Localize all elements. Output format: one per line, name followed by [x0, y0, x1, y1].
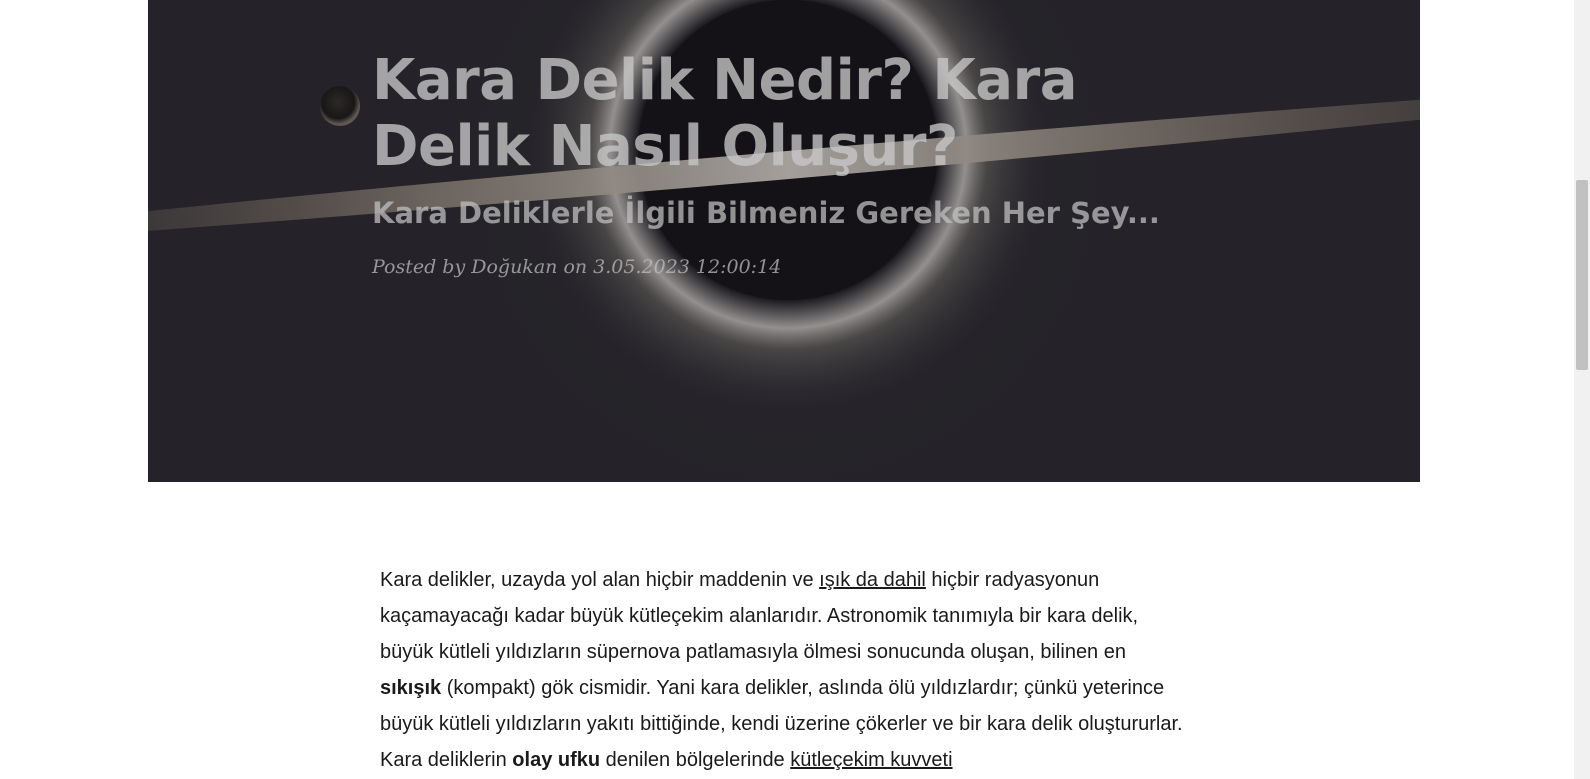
- vertical-scrollbar[interactable]: [1574, 0, 1590, 779]
- meta-prefix: Posted by: [372, 256, 466, 278]
- post-heading: Kara Delik Nedir? Kara Delik Nasıl Oluşu…: [372, 48, 1212, 280]
- paragraph: Kara delikler, uzayda yol alan hiçbir ma…: [380, 562, 1190, 778]
- post-date: 3.05.2023 12:00:14: [593, 256, 782, 278]
- meta-on: on: [563, 256, 588, 278]
- bold-term-olay-ufku: olay ufku: [512, 749, 601, 771]
- post-meta: Posted by Doğukan on 3.05.2023 12:00:14: [372, 254, 1212, 280]
- article-body: Kara delikler, uzayda yol alan hiçbir ma…: [380, 562, 1190, 778]
- post-author: Doğukan: [471, 256, 558, 278]
- post-header: Kara Delik Nedir? Kara Delik Nasıl Oluşu…: [148, 0, 1420, 482]
- scrollbar-thumb[interactable]: [1576, 180, 1588, 370]
- page: Kara Delik Nedir? Kara Delik Nasıl Oluşu…: [0, 0, 1590, 779]
- link-isik-da-dahil[interactable]: ışık da dahil: [819, 569, 926, 591]
- text-segment: Kara delikler, uzayda yol alan hiçbir ma…: [380, 569, 820, 591]
- post-subtitle: Kara Deliklerle İlgili Bilmeniz Gereken …: [372, 196, 1160, 230]
- link-kutlecekim-kuvveti[interactable]: kütleçekim kuvveti: [790, 749, 952, 771]
- post-title: Kara Delik Nedir? Kara Delik Nasıl Oluşu…: [372, 48, 1078, 179]
- text-segment: denilen bölgelerinde: [600, 749, 791, 771]
- bold-term-sikisik: sıkışık: [380, 677, 442, 699]
